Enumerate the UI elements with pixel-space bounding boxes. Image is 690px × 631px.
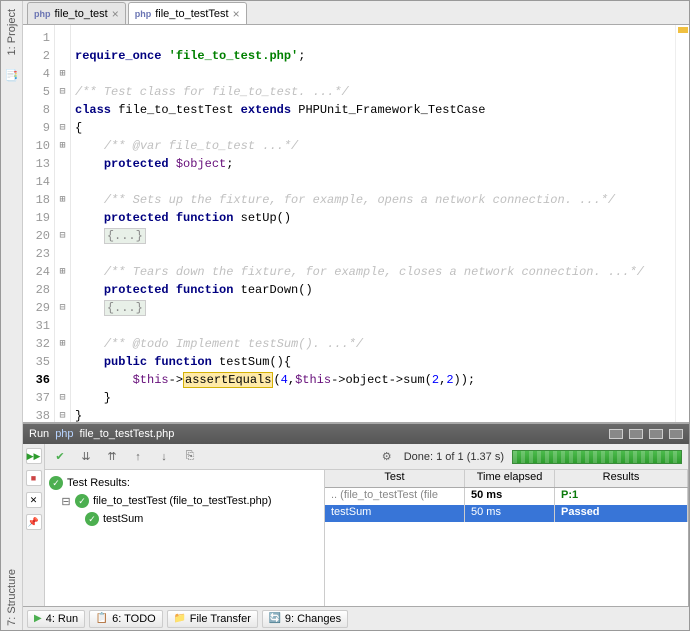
left-sidebar: 1: Project 📑 7: Structure — [1, 1, 23, 630]
table-header: Test Time elapsed Results — [325, 470, 688, 488]
php-icon: php — [55, 428, 73, 440]
bookmark-icon[interactable]: 📑 — [4, 67, 20, 83]
fold-toggle[interactable]: ⊟ — [55, 227, 70, 245]
project-tool-button[interactable]: 1: Project — [4, 5, 20, 59]
stop-button[interactable]: ■ — [26, 470, 42, 486]
todo-tool-button[interactable]: 📋6: TODO — [89, 610, 163, 628]
warning-marker[interactable] — [678, 27, 688, 33]
fold-toggle[interactable] — [55, 173, 70, 191]
run-header: Run php file_to_testTest.php — [23, 424, 689, 444]
tab-label: file_to_testTest — [155, 8, 228, 20]
line-numbers: 1245891013141819202324282931323536373839 — [23, 25, 55, 422]
fold-toggle[interactable] — [55, 317, 70, 335]
file-transfer-button[interactable]: 📁File Transfer — [167, 610, 258, 628]
editor[interactable]: 1245891013141819202324282931323536373839… — [23, 25, 689, 423]
pin-button[interactable]: 📌 — [26, 514, 42, 530]
run-title: Run — [29, 428, 49, 440]
fold-toggle[interactable]: ⊞ — [55, 65, 70, 83]
structure-tool-button[interactable]: 7: Structure — [4, 565, 20, 630]
minimize-icon[interactable] — [609, 429, 623, 439]
tree-suite[interactable]: ⊟ ✓ file_to_testTest (file_to_testTest.p… — [49, 492, 320, 510]
rerun-button[interactable]: ▶▶ — [26, 448, 42, 464]
progress-bar — [512, 450, 682, 464]
run-file: file_to_testTest.php — [80, 428, 175, 440]
fold-toggle[interactable] — [55, 281, 70, 299]
float-icon[interactable] — [629, 429, 643, 439]
play-icon: ▶ — [34, 613, 42, 624]
fold-toggle[interactable] — [55, 101, 70, 119]
close-icon[interactable]: × — [112, 8, 119, 20]
bottom-toolbar: ▶4: Run 📋6: TODO 📁File Transfer 🔄9: Chan… — [23, 606, 689, 630]
error-stripe — [675, 25, 689, 422]
ok-icon: ✓ — [75, 494, 89, 508]
fold-toggle[interactable] — [55, 245, 70, 263]
run-left-toolbar: ▶▶ ■ ✕ 📌 — [23, 444, 45, 606]
fold-toggle[interactable]: ⊞ — [55, 335, 70, 353]
fold-toggle[interactable] — [55, 29, 70, 47]
fold-toggle[interactable]: ⊟ — [55, 389, 70, 407]
next-icon[interactable]: ↓ — [155, 448, 173, 466]
code-area[interactable]: require_once 'file_to_test.php';/** Test… — [71, 25, 675, 422]
settings-icon[interactable]: ⚙ — [378, 448, 396, 466]
php-icon: php — [135, 9, 152, 19]
test-tree[interactable]: ✓ Test Results: ⊟ ✓ file_to_testTest (fi… — [45, 470, 325, 606]
table-row[interactable]: .. (file_to_testTest (file 50 ms P:1 — [325, 488, 688, 505]
table-row[interactable]: testSum 50 ms Passed — [325, 505, 688, 522]
fold-toggle[interactable] — [55, 353, 70, 371]
expand-icon[interactable]: ⇈ — [103, 448, 121, 466]
fold-toggle[interactable] — [55, 371, 70, 389]
tree-test[interactable]: ✓ testSum — [49, 510, 320, 528]
todo-icon: 📋 — [96, 613, 108, 625]
filter-passed-icon[interactable]: ✔ — [51, 448, 69, 466]
changes-icon: 🔄 — [269, 613, 281, 625]
fold-toggle[interactable]: ⊟ — [55, 299, 70, 317]
tree-root[interactable]: ✓ Test Results: — [49, 474, 320, 492]
export-icon[interactable]: ⎘ — [181, 448, 199, 466]
dock-icon[interactable] — [649, 429, 663, 439]
main-area: php file_to_test × php file_to_testTest … — [23, 1, 689, 630]
close-panel-icon[interactable] — [669, 429, 683, 439]
fold-toggle[interactable] — [55, 47, 70, 65]
collapse-icon[interactable]: ⊟ — [61, 495, 71, 508]
fold-toggle[interactable]: ⊟ — [55, 119, 70, 137]
close-icon[interactable]: × — [233, 8, 240, 20]
fold-toggle[interactable]: ⊞ — [55, 137, 70, 155]
editor-tabs: php file_to_test × php file_to_testTest … — [23, 1, 689, 25]
tab-label: file_to_test — [55, 8, 108, 20]
fold-toggle[interactable] — [55, 155, 70, 173]
fold-toggle[interactable]: ⊞ — [55, 191, 70, 209]
fold-toggle[interactable] — [55, 209, 70, 227]
changes-tool-button[interactable]: 🔄9: Changes — [262, 610, 348, 628]
done-text: Done: 1 of 1 (1.37 s) — [404, 451, 504, 463]
tab-file-to-test[interactable]: php file_to_test × — [27, 2, 126, 24]
php-icon: php — [34, 9, 51, 19]
tab-file-to-test-test[interactable]: php file_to_testTest × — [128, 2, 247, 24]
test-toolbar: ✔ ⇊ ⇈ ↑ ↓ ⎘ ⚙ Done: 1 of 1 (1.37 s) — [45, 444, 688, 470]
fold-toggle[interactable]: ⊞ — [55, 263, 70, 281]
ok-icon: ✓ — [85, 512, 99, 526]
results-table: Test Time elapsed Results .. (file_to_te… — [325, 470, 688, 606]
collapse-icon[interactable]: ⇊ — [77, 448, 95, 466]
prev-icon[interactable]: ↑ — [129, 448, 147, 466]
ok-icon: ✓ — [49, 476, 63, 490]
run-tool-window: Run php file_to_testTest.php ▶▶ ■ ✕ 📌 — [23, 423, 689, 606]
close-button[interactable]: ✕ — [26, 492, 42, 508]
fold-toggle[interactable]: ⊟ — [55, 83, 70, 101]
fold-gutter: ⊞⊟⊟⊞⊞⊟⊞⊟⊞⊟⊟ — [55, 25, 71, 422]
transfer-icon: 📁 — [174, 613, 186, 625]
run-tool-button[interactable]: ▶4: Run — [27, 610, 85, 628]
